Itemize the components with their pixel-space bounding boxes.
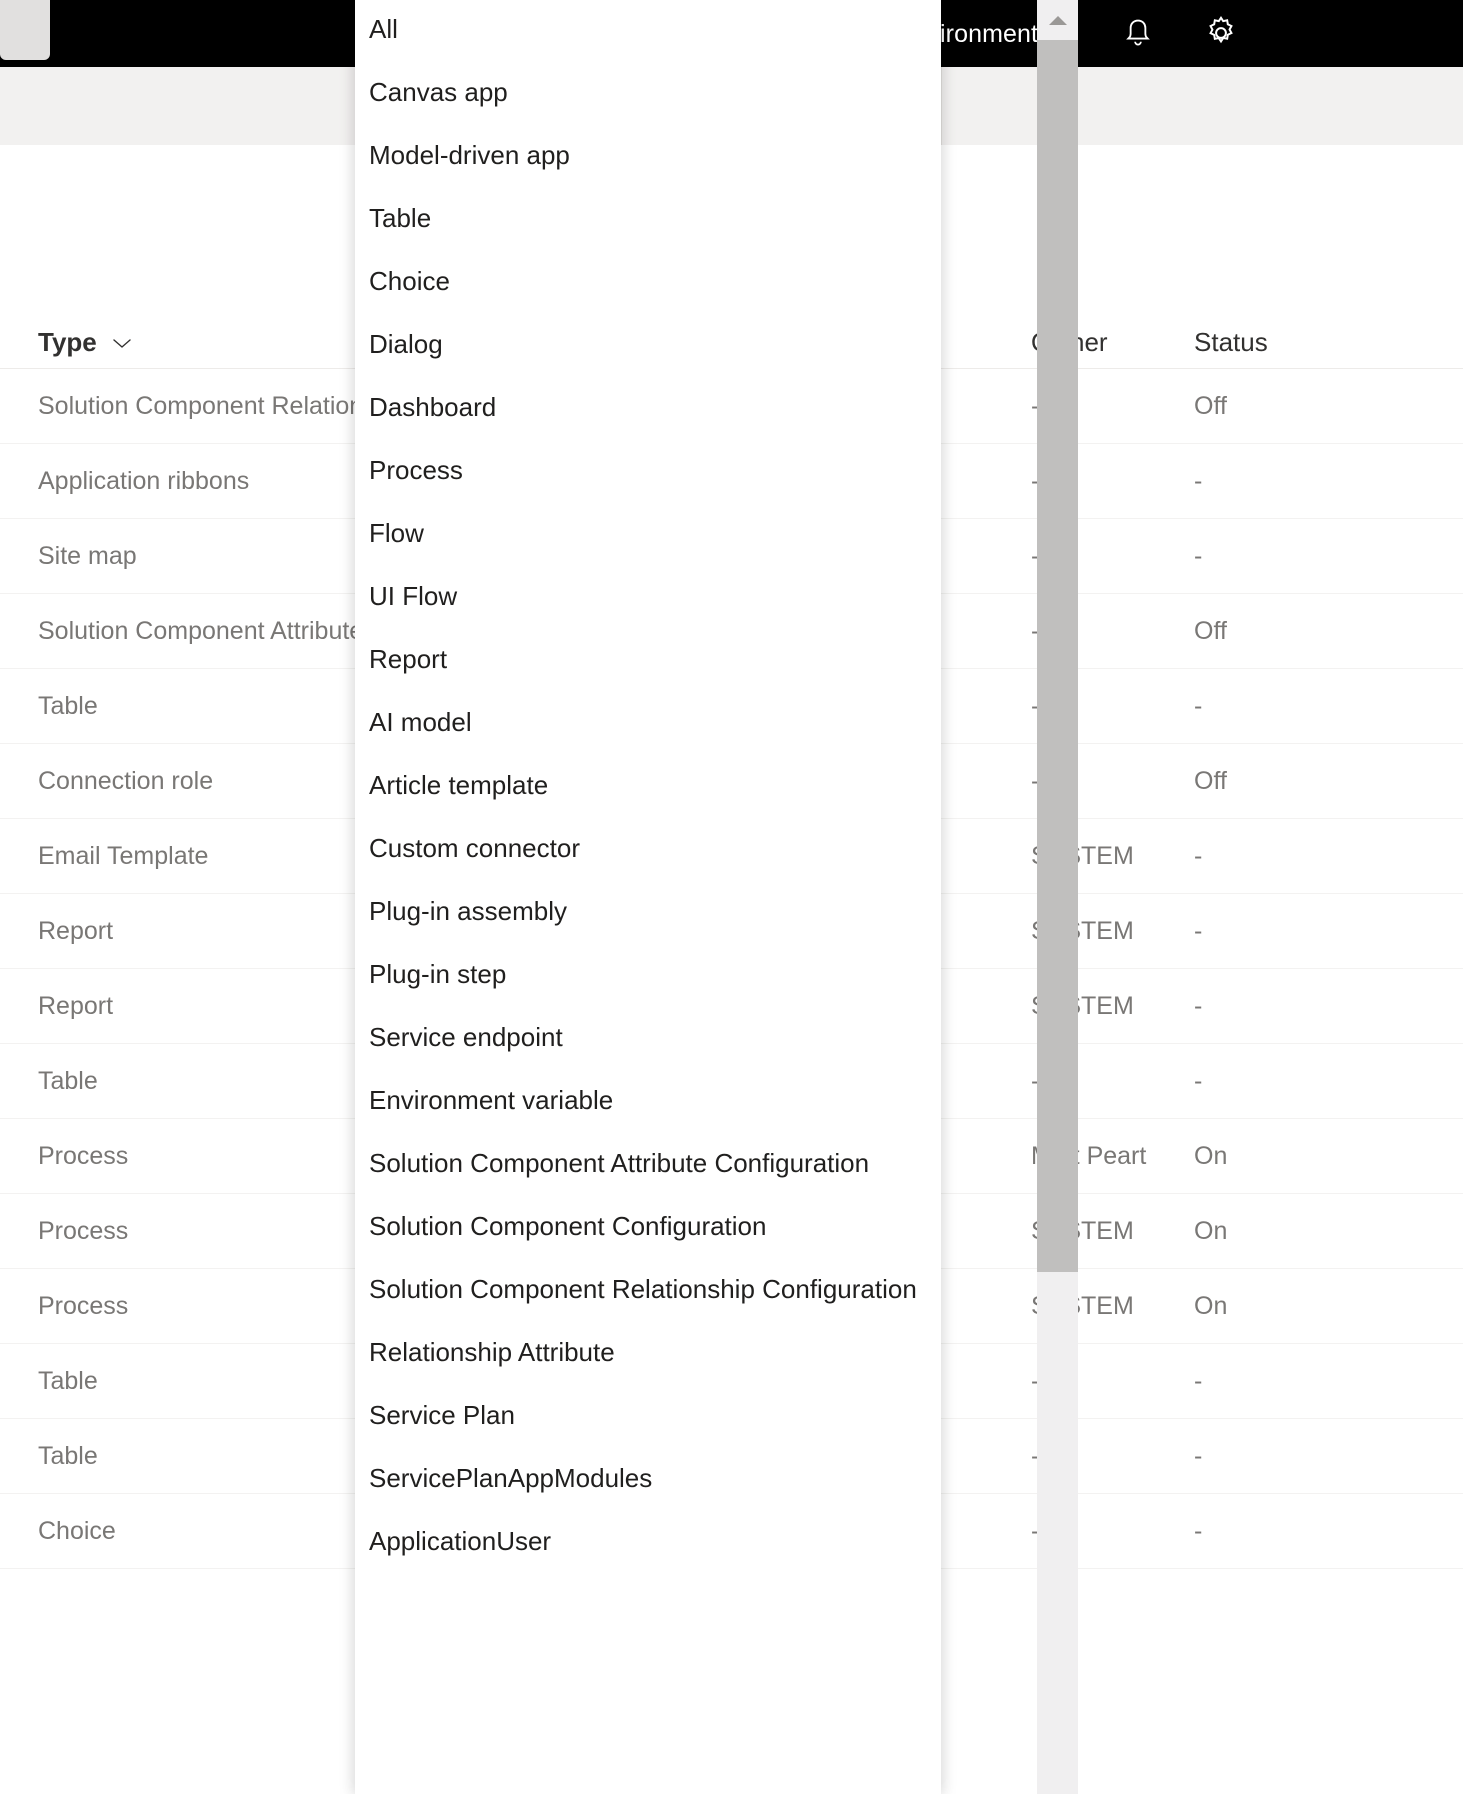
flyout-option-label: Table (369, 203, 431, 234)
cell-status: - (1194, 1344, 1202, 1419)
flyout-option-report[interactable]: Report (355, 628, 941, 691)
column-header-status[interactable]: Status (1194, 327, 1268, 358)
flyout-option-label: Report (369, 644, 447, 675)
cmdbar-divider-left (941, 67, 942, 145)
flyout-option-label: Solution Component Configuration (369, 1211, 766, 1242)
cell-status: Off (1194, 594, 1227, 669)
scroll-up-arrow-icon[interactable] (1037, 0, 1078, 40)
flyout-option-label: Solution Component Attribute Configurati… (369, 1148, 869, 1179)
flyout-option-label: Environment variable (369, 1085, 613, 1116)
flyout-option-label: Canvas app (369, 77, 508, 108)
cell-status: On (1194, 1194, 1227, 1269)
cell-status: - (1194, 1419, 1202, 1494)
cell-type: Process (38, 1119, 128, 1194)
flyout-option-dashboard[interactable]: Dashboard (355, 376, 941, 439)
flyout-option-solution-component-relationship-configuration[interactable]: Solution Component Relationship Configur… (355, 1258, 941, 1321)
cell-type: Process (38, 1269, 128, 1344)
flyout-option-label: All (369, 14, 398, 45)
cell-status: On (1194, 1119, 1227, 1194)
flyout-option-label: Process (369, 455, 463, 486)
flyout-option-process[interactable]: Process (355, 439, 941, 502)
flyout-option-model-driven-app[interactable]: Model-driven app (355, 124, 941, 187)
cell-type: Application ribbons (38, 444, 249, 519)
cell-type: Choice (38, 1494, 116, 1569)
flyout-option-label: Dialog (369, 329, 443, 360)
flyout-option-solution-component-configuration[interactable]: Solution Component Configuration (355, 1195, 941, 1258)
cell-type: Email Template (38, 819, 208, 894)
flyout-option-serviceplanappmodules[interactable]: ServicePlanAppModules (355, 1447, 941, 1510)
flyout-option-article-template[interactable]: Article template (355, 754, 941, 817)
flyout-option-label: Service Plan (369, 1400, 515, 1431)
cell-status: - (1194, 519, 1202, 594)
cell-status: - (1194, 444, 1202, 519)
notification-bell-icon[interactable] (1113, 8, 1163, 58)
flyout-option-choice[interactable]: Choice (355, 250, 941, 313)
cell-status: - (1194, 894, 1202, 969)
flyout-option-environment-variable[interactable]: Environment variable (355, 1069, 941, 1132)
cell-status: - (1194, 669, 1202, 744)
cell-status: - (1194, 969, 1202, 1044)
flyout-option-dialog[interactable]: Dialog (355, 313, 941, 376)
cell-status: On (1194, 1269, 1227, 1344)
cell-type: Solution Component Relationship (38, 369, 409, 444)
flyout-option-applicationuser[interactable]: ApplicationUser (355, 1510, 941, 1573)
flyout-option-custom-connector[interactable]: Custom connector (355, 817, 941, 880)
flyout-option-label: Choice (369, 266, 450, 297)
flyout-option-label: Article template (369, 770, 548, 801)
cell-type: Solution Component Attribute Co (38, 594, 402, 669)
flyout-option-label: AI model (369, 707, 472, 738)
cell-type: Report (38, 969, 113, 1044)
column-header-status-label: Status (1194, 327, 1268, 358)
cell-status: - (1194, 819, 1202, 894)
flyout-option-solution-component-attribute-configuration[interactable]: Solution Component Attribute Configurati… (355, 1132, 941, 1195)
flyout-scrollbar-thumb[interactable] (1037, 40, 1078, 1272)
cell-type: Connection role (38, 744, 213, 819)
cell-type: Site map (38, 519, 137, 594)
app-logo-box[interactable] (0, 0, 50, 60)
flyout-option-label: Service endpoint (369, 1022, 563, 1053)
flyout-option-service-endpoint[interactable]: Service endpoint (355, 1006, 941, 1069)
flyout-option-label: Plug-in step (369, 959, 506, 990)
cell-status: Off (1194, 744, 1227, 819)
cell-type: Table (38, 1344, 98, 1419)
cell-status: - (1194, 1494, 1202, 1569)
flyout-option-plug-in-step[interactable]: Plug-in step (355, 943, 941, 1006)
flyout-option-table[interactable]: Table (355, 187, 941, 250)
flyout-option-canvas-app[interactable]: Canvas app (355, 61, 941, 124)
column-header-type-label: Type (38, 327, 97, 358)
flyout-option-label: Custom connector (369, 833, 580, 864)
flyout-option-all[interactable]: All (355, 0, 941, 61)
column-header-type[interactable]: Type (38, 327, 135, 358)
flyout-option-service-plan[interactable]: Service Plan (355, 1384, 941, 1447)
type-filter-flyout: All Canvas app Model-driven app Table Choice… (355, 0, 941, 1794)
cell-type: Table (38, 1419, 98, 1494)
flyout-option-flow[interactable]: Flow (355, 502, 941, 565)
cell-status: - (1194, 1044, 1202, 1119)
flyout-option-label: Relationship Attribute (369, 1337, 615, 1368)
flyout-option-label: Plug-in assembly (369, 896, 567, 927)
flyout-option-label: Model-driven app (369, 140, 570, 171)
flyout-option-label: Solution Component Relationship Configur… (369, 1274, 917, 1305)
chevron-down-icon (109, 327, 135, 358)
cell-status: Off (1194, 369, 1227, 444)
cell-type: Table (38, 1044, 98, 1119)
flyout-option-plug-in-assembly[interactable]: Plug-in assembly (355, 880, 941, 943)
flyout-option-label: UI Flow (369, 581, 457, 612)
flyout-option-label: ServicePlanAppModules (369, 1463, 652, 1494)
flyout-option-ui-flow[interactable]: UI Flow (355, 565, 941, 628)
flyout-option-relationship-attribute[interactable]: Relationship Attribute (355, 1321, 941, 1384)
environment-name: ironment (940, 20, 1038, 49)
flyout-option-label: ApplicationUser (369, 1526, 551, 1557)
settings-gear-icon[interactable] (1196, 8, 1246, 58)
cell-type: Table (38, 669, 98, 744)
cell-type: Report (38, 894, 113, 969)
cell-type: Process (38, 1194, 128, 1269)
flyout-option-label: Dashboard (369, 392, 496, 423)
flyout-option-ai-model[interactable]: AI model (355, 691, 941, 754)
flyout-option-label: Flow (369, 518, 424, 549)
